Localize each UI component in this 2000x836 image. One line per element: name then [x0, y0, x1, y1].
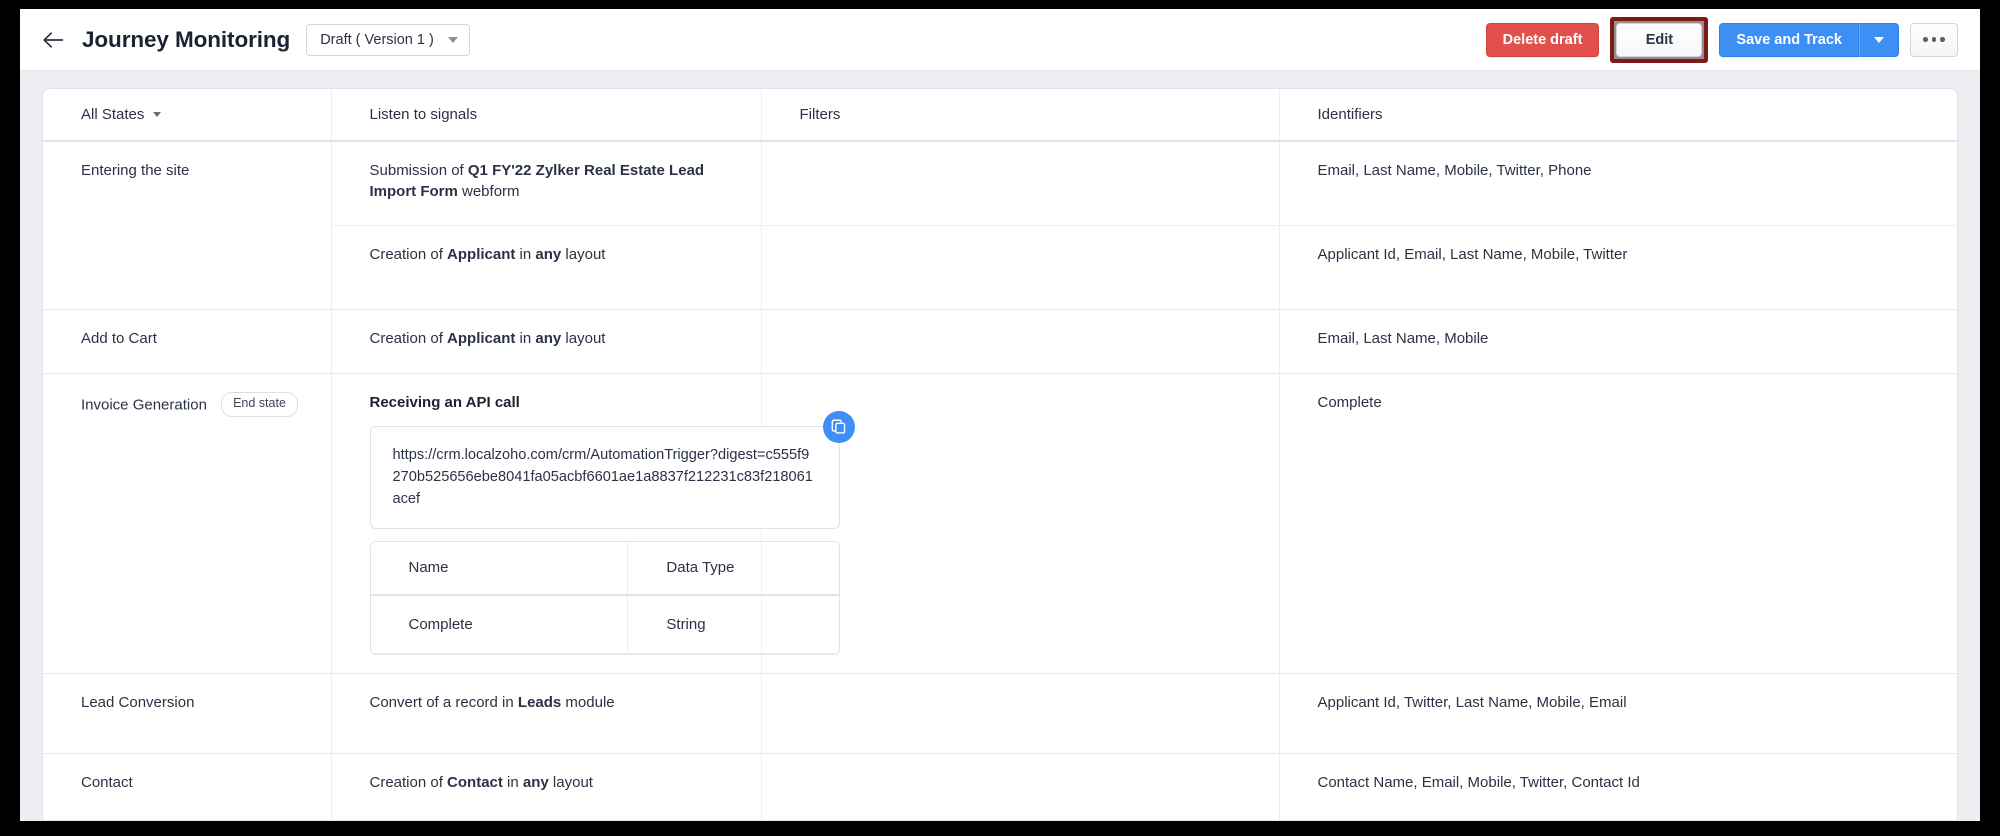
- signal-suffix: layout: [561, 330, 605, 347]
- api-url-box: https://crm.localzoho.com/crm/Automation…: [370, 426, 840, 530]
- filters-cell: [761, 225, 1279, 309]
- signal-bold: Applicant: [447, 246, 515, 263]
- end-state-badge: End state: [221, 392, 298, 418]
- filters-cell: [761, 141, 1279, 225]
- api-url-text: https://crm.localzoho.com/crm/Automation…: [393, 447, 813, 507]
- table-row: Lead Conversion Convert of a record in L…: [43, 673, 1957, 753]
- state-label: Invoice Generation: [81, 396, 207, 413]
- journey-table: All States Listen to signals Filters Ide…: [43, 89, 1957, 821]
- signal-prefix: Submission of: [370, 162, 468, 179]
- api-call-title: Receiving an API call: [370, 392, 735, 413]
- signal-suffix: layout: [561, 246, 605, 263]
- signal-bold: Leads: [518, 694, 561, 711]
- table-row: Invoice Generation End state Receiving a…: [43, 373, 1957, 673]
- column-header-signals: Listen to signals: [331, 89, 761, 141]
- signal-bold-2: any: [523, 774, 549, 791]
- version-select[interactable]: Draft ( Version 1 ): [306, 24, 470, 56]
- journey-card: All States Listen to signals Filters Ide…: [42, 88, 1958, 821]
- signal-bold-2: any: [535, 330, 561, 347]
- state-cell: Invoice Generation End state: [43, 373, 331, 673]
- state-label: Lead Conversion: [81, 694, 194, 711]
- screenshot-frame: Journey Monitoring Draft ( Version 1 ) D…: [0, 0, 2000, 836]
- identifiers-cell: Applicant Id, Email, Last Name, Mobile, …: [1279, 225, 1957, 309]
- identifiers-cell: Applicant Id, Twitter, Last Name, Mobile…: [1279, 673, 1957, 753]
- chevron-down-icon: [153, 112, 161, 117]
- save-and-track-dropdown-button[interactable]: [1859, 23, 1899, 57]
- column-header-states: All States: [43, 89, 331, 141]
- column-header-identifiers: Identifiers: [1279, 89, 1957, 141]
- signal-prefix: Creation of: [370, 774, 448, 791]
- table-header-row: All States Listen to signals Filters Ide…: [43, 89, 1957, 141]
- signal-cell: Submission of Q1 FY'22 Zylker Real Estat…: [331, 141, 761, 225]
- state-label: Contact: [81, 774, 133, 791]
- signal-mid: in: [515, 246, 535, 263]
- signal-suffix: layout: [549, 774, 593, 791]
- state-label: Entering the site: [81, 162, 189, 179]
- signal-prefix: Creation of: [370, 246, 448, 263]
- signal-cell: Convert of a record in Leads module: [331, 673, 761, 753]
- filters-cell: [761, 753, 1279, 821]
- signal-cell: Creation of Applicant in any layout: [331, 225, 761, 309]
- state-cell: Add to Cart: [43, 309, 331, 373]
- table-row: Add to Cart Creation of Applicant in any…: [43, 309, 1957, 373]
- identifiers-cell: Email, Last Name, Mobile, Twitter, Phone: [1279, 141, 1957, 225]
- app-header: Journey Monitoring Draft ( Version 1 ) D…: [20, 9, 1980, 71]
- signal-cell: Receiving an API call https://crm.localz…: [331, 373, 761, 673]
- chevron-down-icon: [448, 37, 458, 43]
- column-header-filters: Filters: [761, 89, 1279, 141]
- identifiers-cell: Contact Name, Email, Mobile, Twitter, Co…: [1279, 753, 1957, 821]
- edit-button[interactable]: Edit: [1616, 23, 1702, 57]
- params-name-value: Complete: [371, 595, 628, 654]
- ellipsis-icon: [1940, 37, 1945, 42]
- signal-suffix: webform: [458, 183, 520, 200]
- header-actions: Delete draft Edit Save and Track: [1486, 17, 1958, 63]
- signal-bold: Applicant: [447, 330, 515, 347]
- state-cell: Entering the site: [43, 141, 331, 309]
- signal-suffix: module: [561, 694, 614, 711]
- table-row: Creation of Applicant in any layout Appl…: [43, 225, 1957, 309]
- save-and-track-group: Save and Track: [1719, 23, 1899, 57]
- state-label: Add to Cart: [81, 330, 157, 347]
- app-viewport: Journey Monitoring Draft ( Version 1 ) D…: [20, 9, 1980, 821]
- version-select-label: Draft ( Version 1 ): [320, 32, 434, 48]
- signal-prefix: Creation of: [370, 330, 448, 347]
- ellipsis-icon: [1932, 37, 1937, 42]
- all-states-filter[interactable]: All States: [81, 106, 161, 123]
- column-header-states-label: All States: [81, 106, 144, 123]
- signal-mid: in: [515, 330, 535, 347]
- identifiers-cell: Complete: [1279, 373, 1957, 673]
- page-title: Journey Monitoring: [82, 27, 290, 53]
- params-col-name: Name: [371, 542, 628, 594]
- signal-bold-2: any: [535, 246, 561, 263]
- copy-icon[interactable]: [823, 411, 855, 443]
- state-cell: Contact: [43, 753, 331, 821]
- ellipsis-icon: [1923, 37, 1928, 42]
- delete-draft-button[interactable]: Delete draft: [1486, 23, 1600, 57]
- table-row: Contact Creation of Contact in any layou…: [43, 753, 1957, 821]
- signal-bold: Contact: [447, 774, 503, 791]
- chevron-down-icon: [1874, 37, 1884, 43]
- save-and-track-button[interactable]: Save and Track: [1719, 23, 1859, 57]
- table-row: Entering the site Submission of Q1 FY'22…: [43, 141, 1957, 225]
- state-cell: Lead Conversion: [43, 673, 331, 753]
- more-options-button[interactable]: [1910, 23, 1958, 57]
- vertical-scrollbar[interactable]: [1949, 89, 1957, 820]
- signal-cell: Creation of Applicant in any layout: [331, 309, 761, 373]
- signal-cell: Creation of Contact in any layout: [331, 753, 761, 821]
- edit-button-highlight: Edit: [1610, 17, 1708, 63]
- filters-cell: [761, 309, 1279, 373]
- signal-mid: in: [503, 774, 523, 791]
- content-area: All States Listen to signals Filters Ide…: [20, 71, 1980, 821]
- arrow-left-icon[interactable]: [38, 25, 68, 55]
- identifiers-cell: Email, Last Name, Mobile: [1279, 309, 1957, 373]
- signal-prefix: Convert of a record in: [370, 694, 518, 711]
- filters-cell: [761, 673, 1279, 753]
